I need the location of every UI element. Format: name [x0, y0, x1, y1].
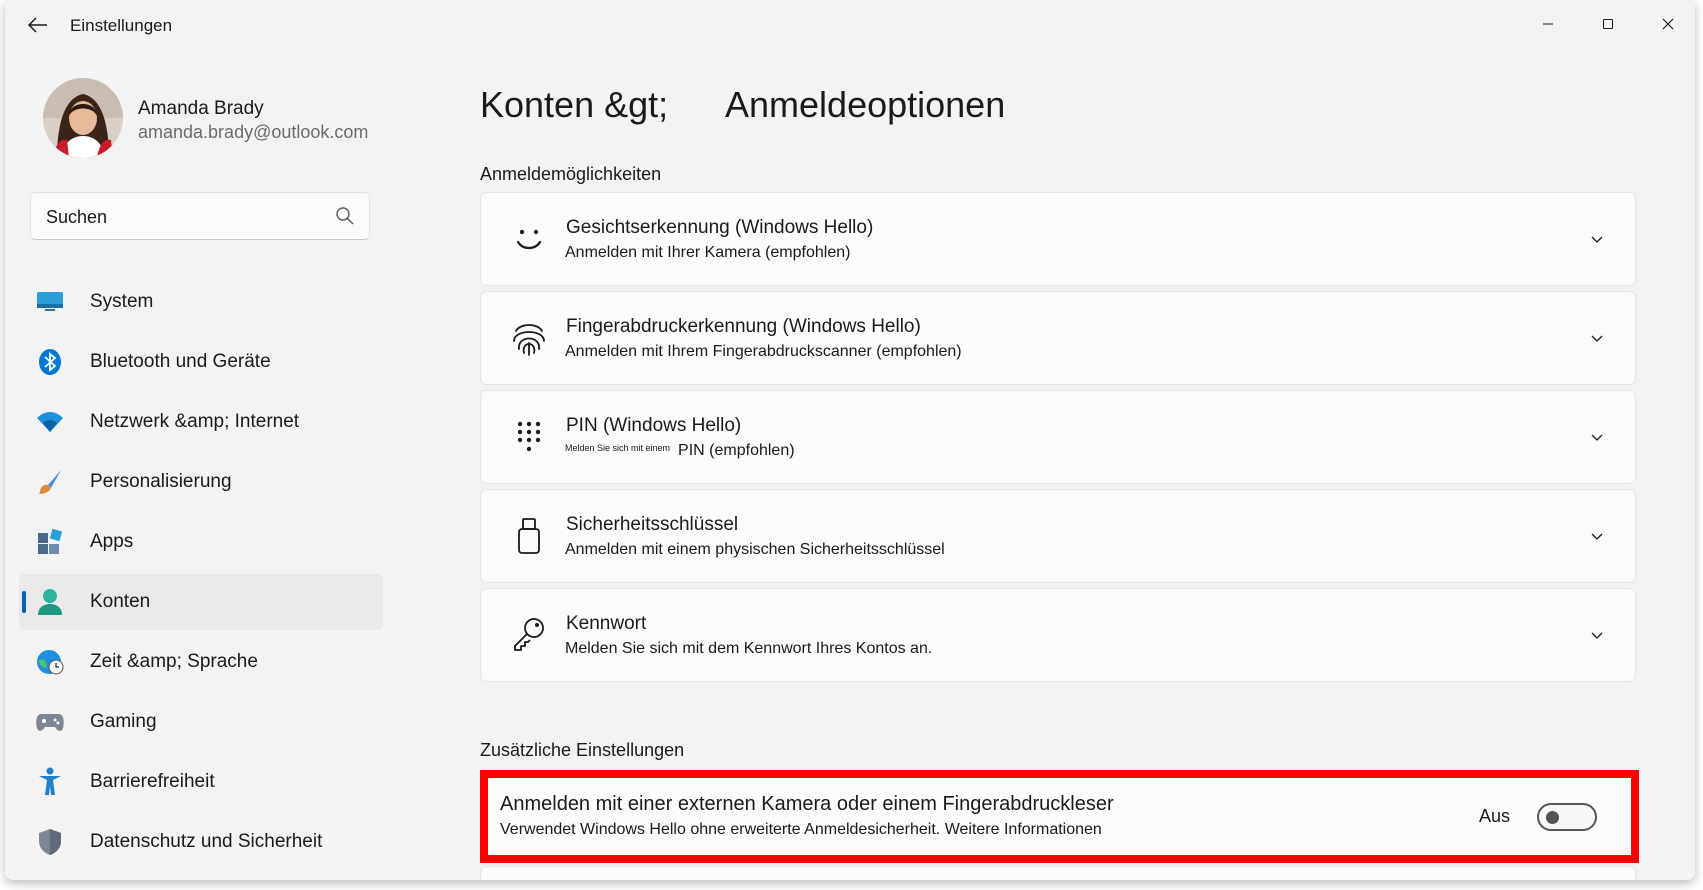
close-icon: [1662, 18, 1674, 30]
breadcrumb-parent[interactable]: Konten: [480, 84, 594, 125]
arrow-left-icon: [28, 17, 47, 33]
card-title: PIN (Windows Hello): [566, 415, 742, 436]
chevron-down-icon[interactable]: [1589, 231, 1605, 247]
bluetooth-icon: [35, 347, 65, 377]
maximize-button[interactable]: [1585, 10, 1631, 38]
card-subtitle-text: PIN (empfohlen): [678, 442, 795, 459]
sidebar-item-label: Konten: [90, 591, 151, 612]
card-title: Gesichtserkennung (Windows Hello): [566, 217, 874, 238]
setting-description: Verwendet Windows Hello ohne erweiterte …: [500, 821, 941, 838]
back-button[interactable]: [23, 12, 53, 38]
sidebar-item-gaming[interactable]: Gaming: [19, 694, 383, 750]
search-input[interactable]: [46, 205, 326, 229]
title-bar: Einstellungen: [5, 0, 1695, 50]
learn-more-link[interactable]: Weitere Informationen: [945, 821, 1102, 838]
key-icon: [511, 615, 547, 655]
card-subtitle-prefix: Melden Sie sich mit einem: [565, 443, 671, 453]
chevron-down-icon[interactable]: [1589, 528, 1605, 544]
sidebar-nav: System Bluetooth und Geräte Netzwerk &am…: [19, 274, 383, 874]
card-subtitle: Anmelden mit Ihrer Kamera (empfohlen): [565, 244, 851, 261]
apps-icon: [35, 527, 65, 557]
sidebar-item-system[interactable]: System: [19, 274, 383, 330]
sidebar-item-label: Datenschutz und Sicherheit: [90, 831, 323, 852]
card-title: Kennwort: [566, 613, 647, 634]
external-sign-in-setting: Anmelden mit einer externen Kamera oder …: [480, 770, 1639, 863]
sidebar-item-label: System: [90, 291, 154, 312]
usb-key-icon: [511, 516, 547, 556]
card-subtitle: Melden Sie sich mit einem PIN (empfohlen): [565, 442, 795, 460]
sidebar-item-label: Gaming: [90, 711, 157, 732]
breadcrumb-separator: &gt;: [604, 84, 669, 125]
option-card-face[interactable]: Gesichtserkennung (Windows Hello) Anmeld…: [480, 192, 1636, 286]
pin-keypad-icon: [511, 417, 547, 457]
option-card-pin[interactable]: PIN (Windows Hello) Melden Sie sich mit …: [480, 390, 1636, 484]
avatar[interactable]: [43, 78, 123, 158]
card-subtitle: Melden Sie sich mit dem Kennwort Ihres K…: [565, 640, 933, 657]
accessibility-icon: [35, 767, 65, 797]
sidebar-item-network[interactable]: Netzwerk &amp; Internet: [19, 394, 383, 450]
sidebar-item-personalization[interactable]: Personalisierung: [19, 454, 383, 510]
globe-clock-icon: [35, 647, 65, 677]
fingerprint-icon: [511, 318, 547, 358]
account-icon: [35, 587, 65, 617]
close-button[interactable]: [1645, 10, 1691, 38]
maximize-icon: [1603, 19, 1613, 29]
wifi-icon: [35, 407, 65, 437]
toggle-state-label: Aus: [1479, 806, 1511, 826]
card-title: Sicherheitsschlüssel: [566, 514, 739, 535]
sidebar-item-time-language[interactable]: Zeit &amp; Sprache: [19, 634, 383, 690]
card-subtitle: Anmelden mit einem physischen Sicherheit…: [565, 541, 945, 558]
page-title: Anmeldeoptionen: [725, 84, 1006, 125]
shield-icon: [35, 827, 65, 857]
option-card-password[interactable]: Kennwort Melden Sie sich mit dem Kennwor…: [480, 588, 1636, 682]
card-subtitle: Anmelden mit Ihrem Fingerabdruckscanner …: [565, 343, 962, 360]
sidebar-item-bluetooth[interactable]: Bluetooth und Geräte: [19, 334, 383, 390]
search-box[interactable]: [30, 192, 370, 240]
user-email: amanda.brady@outlook.com: [138, 122, 369, 142]
minimize-button[interactable]: [1525, 10, 1571, 38]
sidebar-item-label: Personalisierung: [90, 471, 232, 492]
option-card-fingerprint[interactable]: Fingerabdruckerkennung (Windows Hello) A…: [480, 291, 1636, 385]
active-indicator: [22, 591, 26, 613]
settings-window: Einstellungen Amanda Brady amanda.brady@…: [5, 0, 1695, 880]
brush-icon: [35, 467, 65, 497]
search-icon[interactable]: [335, 206, 355, 226]
sidebar-item-label: Barrierefreiheit: [90, 771, 215, 792]
section-title-sign-in: Anmeldemöglichkeiten: [480, 164, 662, 184]
user-name: Amanda Brady: [138, 98, 264, 119]
app-title: Einstellungen: [70, 16, 173, 35]
face-icon: [511, 219, 547, 259]
chevron-down-icon[interactable]: [1589, 330, 1605, 346]
sidebar-item-privacy[interactable]: Datenschutz und Sicherheit: [19, 814, 383, 870]
sidebar-item-apps[interactable]: Apps: [19, 514, 383, 570]
sidebar-item-label: Zeit &amp; Sprache: [90, 651, 258, 672]
chevron-down-icon[interactable]: [1589, 429, 1605, 445]
section-title-additional: Zusätzliche Einstellungen: [480, 740, 685, 760]
sidebar-item-label: Bluetooth und Geräte: [90, 351, 271, 372]
system-icon: [35, 287, 65, 317]
external-sign-in-toggle[interactable]: [1537, 803, 1597, 831]
user-photo-icon: [43, 78, 123, 158]
sidebar-item-label: Netzwerk &amp; Internet: [90, 411, 300, 432]
breadcrumb: Konten &gt;: [480, 84, 668, 126]
setting-title: Anmelden mit einer externen Kamera oder …: [500, 793, 1114, 815]
gamepad-icon: [35, 707, 65, 737]
minimize-icon: [1543, 23, 1553, 25]
setting-subtitle: Verwendet Windows Hello ohne erweiterte …: [500, 821, 1102, 839]
sidebar-item-accounts[interactable]: Konten: [19, 574, 383, 630]
chevron-down-icon[interactable]: [1589, 627, 1605, 643]
option-card-security-key[interactable]: Sicherheitsschlüssel Anmelden mit einem …: [480, 489, 1636, 583]
sidebar-item-label: Apps: [90, 531, 134, 552]
sidebar-item-accessibility[interactable]: Barrierefreiheit: [19, 754, 383, 810]
card-title: Fingerabdruckerkennung (Windows Hello): [566, 316, 921, 337]
option-card-next[interactable]: [480, 866, 1636, 880]
toggle-knob: [1546, 811, 1559, 824]
